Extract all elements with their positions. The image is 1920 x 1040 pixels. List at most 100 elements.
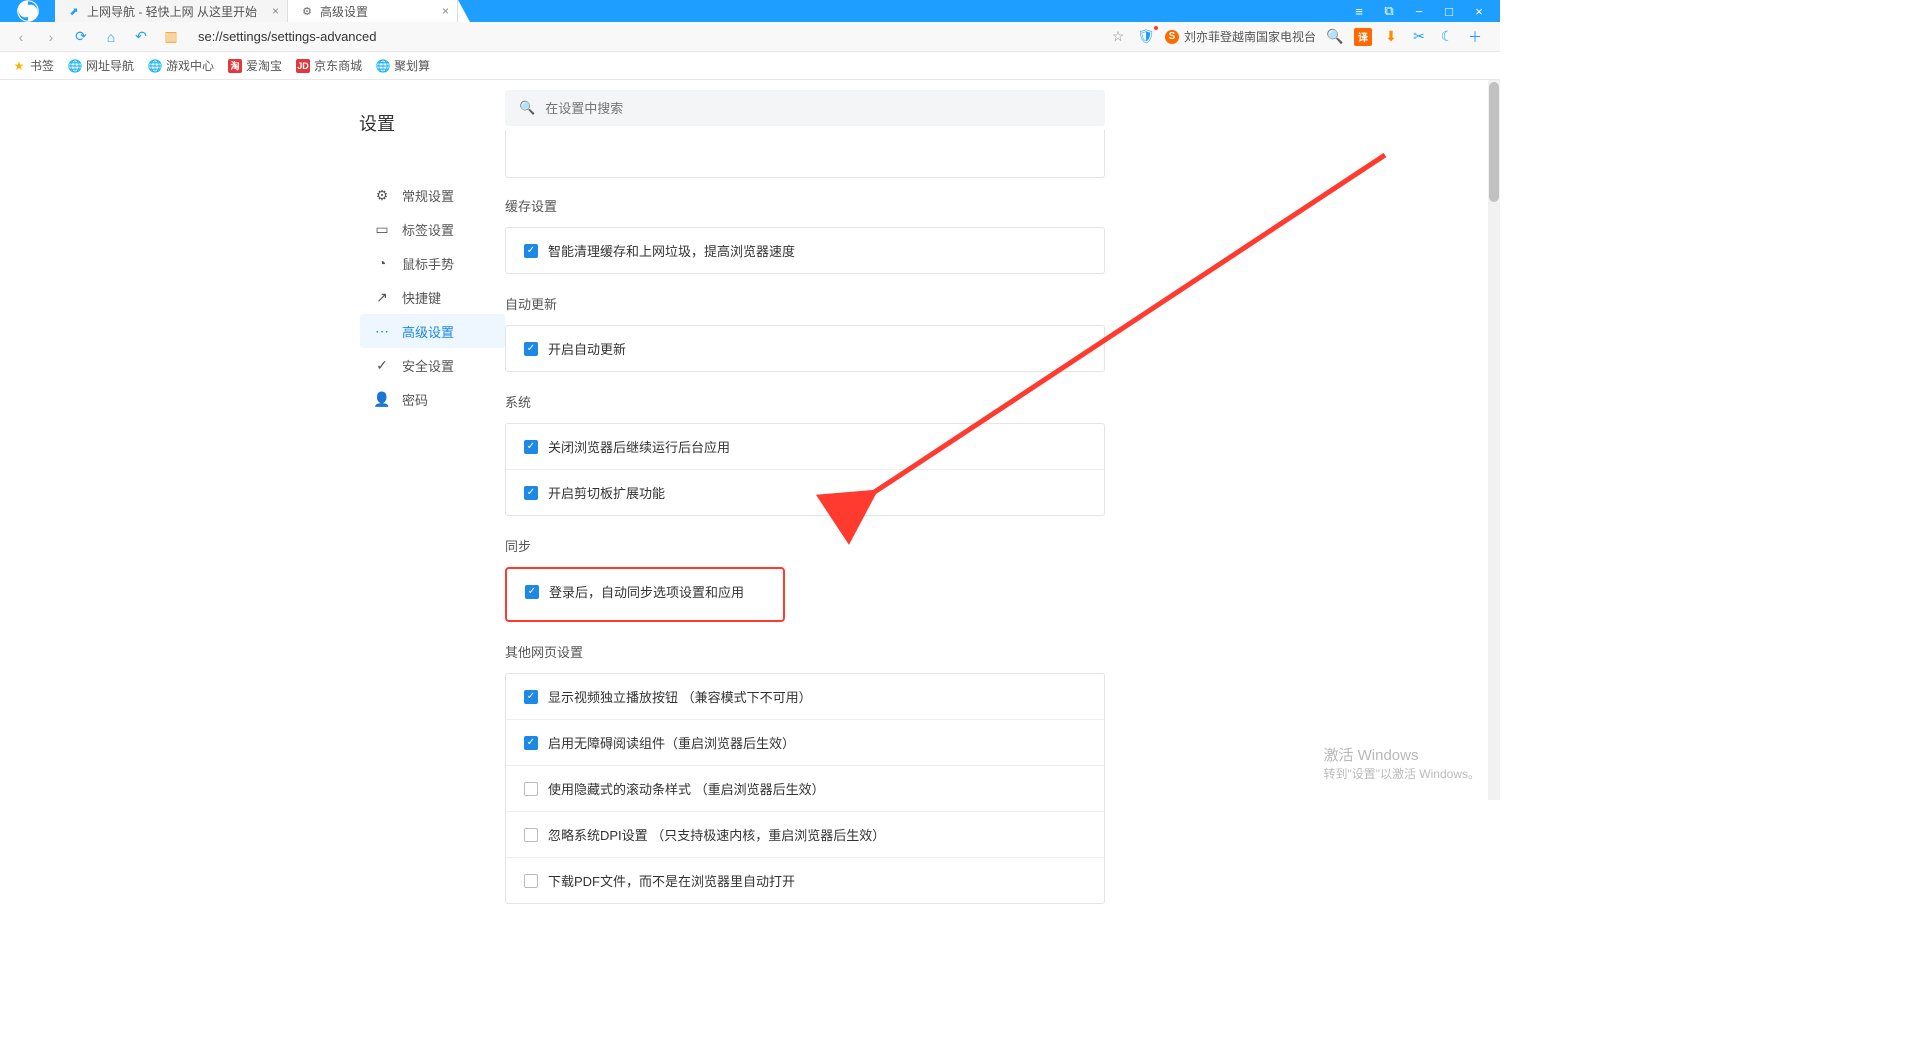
close-icon[interactable]: × (442, 4, 449, 18)
close-window-button[interactable]: × (1470, 2, 1488, 20)
input-frame-empty (505, 130, 1105, 178)
nav-label: 常规设置 (402, 186, 454, 205)
jd-icon: JD (296, 59, 310, 73)
nav-label: 安全设置 (402, 356, 454, 375)
checkbox[interactable]: ✓ (525, 585, 539, 599)
setting-row[interactable]: 下载PDF文件，而不是在浏览器里自动打开 (506, 857, 1104, 903)
bm-label: 聚划算 (394, 57, 430, 74)
news-badge-icon: S (1165, 30, 1179, 44)
maximize-button[interactable]: □ (1440, 2, 1458, 20)
plus-icon[interactable]: ＋ (1466, 28, 1484, 46)
address-bar: ‹ › ⟳ ⌂ ↶ ▥ se://settings/settings-advan… (0, 22, 1500, 52)
section-title-cache: 缓存设置 (505, 196, 1488, 215)
nav-item-advanced[interactable]: ⋯高级设置 (360, 314, 505, 348)
section-card-system: ✓关闭浏览器后继续运行后台应用✓开启剪切板扩展功能 (505, 423, 1105, 516)
nav-label: 快捷键 (402, 288, 441, 307)
nav-item-general[interactable]: ⚙常规设置 (360, 178, 505, 212)
reload-button[interactable]: ⟳ (70, 26, 92, 48)
setting-row[interactable]: 忽略系统DPI设置 （只支持极速内核，重启浏览器后生效） (506, 811, 1104, 857)
bookmark-jd[interactable]: JD 京东商城 (296, 57, 362, 74)
scrollbar-thumb[interactable] (1489, 82, 1499, 202)
window-controls: ≡ ⧉ − □ × (1338, 0, 1500, 22)
bookmark-bookmarks[interactable]: ★书签 (12, 57, 54, 74)
bookmark-game[interactable]: 🌐 游戏中心 (148, 57, 214, 74)
setting-row[interactable]: ✓登录后，自动同步选项设置和应用 (507, 569, 783, 614)
search-icon: 🔍 (519, 100, 535, 116)
undo-button[interactable]: ↶ (130, 26, 152, 48)
bm-label: 游戏中心 (166, 57, 214, 74)
security-icon: ✓ (374, 357, 390, 373)
tab-nav-home[interactable]: ⬈ 上网导航 - 轻快上网 从这里开始 × (55, 0, 288, 22)
wm-sub: 转到"设置"以激活 Windows。 (1323, 765, 1480, 782)
reader-icon[interactable]: ▥ (160, 26, 182, 48)
search-input[interactable] (545, 101, 1091, 116)
wm-title: 激活 Windows (1323, 744, 1480, 765)
menu-icon[interactable]: ≡ (1350, 2, 1368, 20)
settings-search[interactable]: 🔍 (505, 90, 1105, 126)
setting-row[interactable]: 使用隐藏式的滚动条样式 （重启浏览器后生效） (506, 765, 1104, 811)
checkbox[interactable]: ✓ (524, 342, 538, 356)
nav-label: 标签设置 (402, 220, 454, 239)
setting-row[interactable]: ✓ 显示视频独立播放按钮 （兼容模式下不可用） (506, 674, 1104, 719)
bookmark-nav[interactable]: 🌐网址导航 (68, 57, 134, 74)
checkbox[interactable] (524, 782, 538, 796)
home-button[interactable]: ⌂ (100, 26, 122, 48)
nav-item-shortcut[interactable]: ↗快捷键 (360, 280, 505, 314)
setting-label: 忽略系统DPI设置 （只支持极速内核，重启浏览器后生效） (548, 825, 885, 844)
taobao-icon: 淘 (228, 59, 242, 73)
news-ticker[interactable]: S 刘亦菲登越南国家电视台 (1165, 28, 1316, 45)
bm-label: 京东商城 (314, 57, 362, 74)
download-icon[interactable]: ⬇ (1382, 28, 1400, 46)
moon-icon[interactable]: ☾ (1438, 28, 1456, 46)
tab-settings-advanced[interactable]: ⚙ 高级设置 × (288, 0, 458, 22)
tab-title: 高级设置 (320, 3, 368, 20)
star-outline-icon[interactable]: ☆ (1109, 28, 1127, 46)
shield-icon[interactable]: 🛡 (1137, 28, 1155, 46)
url-input[interactable]: se://settings/settings-advanced (190, 29, 1101, 44)
setting-row[interactable]: ✓智能清理缓存和上网垃圾，提高浏览器速度 (506, 228, 1104, 273)
restore-icon[interactable]: ⧉ (1380, 2, 1398, 20)
bookmark-juhuasuan[interactable]: 🌐 聚划算 (376, 57, 430, 74)
checkbox[interactable]: ✓ (524, 440, 538, 454)
forward-button[interactable]: › (40, 26, 62, 48)
checkbox[interactable] (524, 874, 538, 888)
bookmark-taobao[interactable]: 淘爱淘宝 (228, 57, 282, 74)
tab-title: 上网导航 - 轻快上网 从这里开始 (87, 3, 257, 20)
minimize-button[interactable]: − (1410, 2, 1428, 20)
tab-favicon: ⬈ (67, 4, 81, 18)
search-icon[interactable]: 🔍 (1326, 28, 1344, 46)
checkbox[interactable]: ✓ (524, 736, 538, 750)
nav-item-tabs[interactable]: ▭标签设置 (360, 212, 505, 246)
password-icon: 👤 (374, 391, 390, 407)
setting-label: 开启剪切板扩展功能 (548, 483, 665, 502)
section-card-webpage: ✓ 显示视频独立播放按钮 （兼容模式下不可用） ✓启用无障碍阅读组件（重启浏览器后生… (505, 673, 1105, 904)
bookmarks-bar: ★书签 🌐网址导航 🌐 游戏中心 淘爱淘宝 JD 京东商城 🌐 聚划算 (0, 52, 1500, 80)
scissors-icon[interactable]: ✂ (1410, 28, 1428, 46)
nav-list: ⚙常规设置▭标签设置◔鼠标手势↗快捷键⋯高级设置 ✓ 安全设置 👤密码 (360, 178, 505, 416)
checkbox[interactable] (524, 828, 538, 842)
globe-icon: 🌐 (376, 59, 390, 73)
setting-row[interactable]: ✓启用无障碍阅读组件（重启浏览器后生效） (506, 719, 1104, 765)
section-card-update: ✓开启自动更新 (505, 325, 1105, 372)
advanced-icon: ⋯ (374, 323, 390, 339)
checkbox[interactable]: ✓ (524, 690, 538, 704)
checkbox[interactable]: ✓ (524, 486, 538, 500)
checkbox[interactable]: ✓ (524, 244, 538, 258)
translate-icon[interactable]: 译 (1354, 28, 1372, 46)
setting-label: 显示视频独立播放按钮 （兼容模式下不可用） (548, 687, 812, 706)
globe-icon: 🌐 (148, 59, 162, 73)
section-title-webpage: 其他网页设置 (505, 642, 1488, 661)
nav-item-security[interactable]: ✓ 安全设置 (360, 348, 505, 382)
nav-item-gesture[interactable]: ◔鼠标手势 (360, 246, 505, 280)
close-icon[interactable]: × (272, 4, 279, 18)
section-title-system: 系统 (505, 392, 1488, 411)
section-title-sync: 同步 (505, 536, 1488, 555)
tab-edge (458, 0, 470, 22)
windows-activation-watermark: 激活 Windows 转到"设置"以激活 Windows。 (1323, 744, 1480, 782)
nav-item-password[interactable]: 👤密码 (360, 382, 505, 416)
setting-row[interactable]: ✓开启自动更新 (506, 326, 1104, 371)
setting-row[interactable]: ✓ 开启剪切板扩展功能 (506, 469, 1104, 515)
setting-row[interactable]: ✓关闭浏览器后继续运行后台应用 (506, 424, 1104, 469)
app-logo[interactable] (0, 0, 55, 22)
back-button[interactable]: ‹ (10, 26, 32, 48)
